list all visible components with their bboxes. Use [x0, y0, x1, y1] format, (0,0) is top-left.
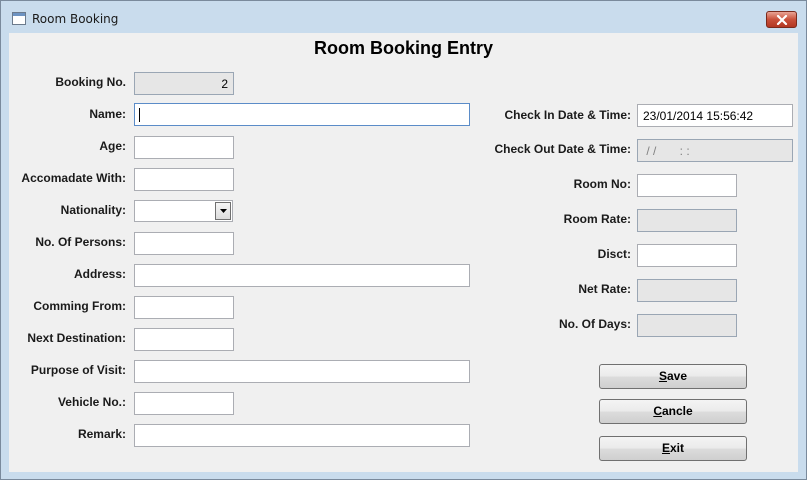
disct-input[interactable]: [637, 244, 737, 267]
exit-button[interactable]: Exit: [599, 436, 747, 461]
nationality-select[interactable]: [134, 200, 233, 222]
vehicle-label: Vehicle No.:: [57, 395, 126, 409]
purpose-label: Purpose of Visit:: [30, 363, 126, 377]
room-no-input[interactable]: [637, 174, 737, 197]
name-label: Name:: [89, 107, 126, 121]
nationality-label: Nationality:: [60, 203, 126, 217]
close-icon: [776, 15, 788, 25]
chevron-down-icon: [220, 209, 227, 213]
booking-no-label: Booking No.: [55, 75, 126, 89]
address-label: Address:: [73, 267, 126, 281]
room-rate-label: Room Rate:: [563, 212, 631, 226]
next-destination-input[interactable]: [134, 328, 234, 351]
check-in-label: Check In Date & Time:: [504, 108, 631, 122]
days-field[interactable]: [637, 314, 737, 337]
next-destination-label: Next Destination:: [27, 331, 126, 345]
room-no-label: Room No:: [573, 177, 631, 191]
disct-label: Disct:: [597, 247, 631, 261]
form-area: Room Booking Entry Booking No. Name: Age…: [9, 33, 798, 472]
text-caret: [139, 108, 140, 122]
accomodate-label: Accomadate With:: [21, 171, 126, 185]
form-title: Room Booking Entry: [314, 38, 493, 58]
persons-input[interactable]: [134, 232, 234, 255]
close-button[interactable]: [766, 11, 797, 28]
age-label: Age:: [99, 139, 126, 153]
remark-input[interactable]: [134, 424, 470, 447]
check-out-input[interactable]: [637, 139, 793, 162]
check-out-label: Check Out Date & Time:: [494, 142, 631, 156]
name-input[interactable]: [134, 103, 470, 126]
title-bar[interactable]: Room Booking: [1, 1, 806, 34]
save-button[interactable]: Save: [599, 364, 747, 389]
cancel-button[interactable]: Cancle: [599, 399, 747, 424]
days-label: No. Of Days:: [558, 317, 631, 331]
purpose-input[interactable]: [134, 360, 470, 383]
net-rate-label: Net Rate:: [578, 282, 631, 296]
room-booking-window: Room Booking Room Booking Entry Booking …: [0, 0, 807, 480]
age-input[interactable]: [134, 136, 234, 159]
check-in-input[interactable]: [637, 104, 793, 127]
nationality-dropdown-button[interactable]: [215, 202, 231, 220]
address-input[interactable]: [134, 264, 470, 287]
coming-from-label: Comming From:: [33, 299, 126, 313]
booking-no-field[interactable]: [134, 72, 234, 95]
window-icon: [12, 12, 26, 25]
room-rate-field[interactable]: [637, 209, 737, 232]
remark-label: Remark:: [77, 427, 126, 441]
persons-label: No. Of Persons:: [35, 235, 126, 249]
vehicle-input[interactable]: [134, 392, 234, 415]
coming-from-input[interactable]: [134, 296, 234, 319]
window-title: Room Booking: [32, 12, 119, 26]
net-rate-field[interactable]: [637, 279, 737, 302]
accomodate-input[interactable]: [134, 168, 234, 191]
